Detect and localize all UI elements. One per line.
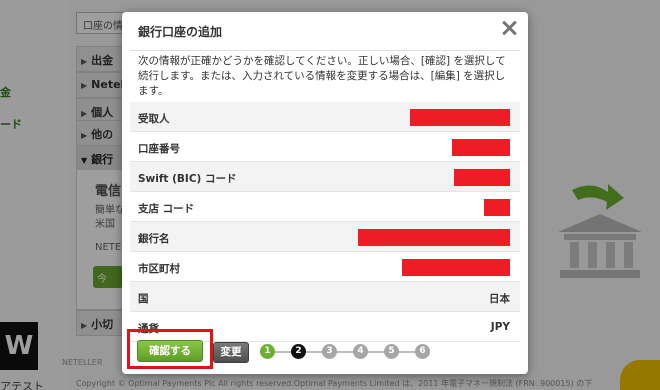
row-label: 銀行名 [138, 233, 170, 245]
step-1: 1 [260, 344, 275, 359]
step-connector [335, 351, 355, 353]
redacted-value [358, 229, 510, 246]
table-row: Swift (BIC) コード [130, 162, 520, 192]
step-6: 6 [415, 344, 430, 359]
redacted-value [452, 139, 510, 156]
add-bank-account-dialog: 銀行口座の追加 次の情報が正確かどうかを確認してください。正しい場合、[確認] … [122, 12, 528, 374]
dialog-title: 銀行口座の追加 [138, 25, 223, 39]
step-3: 3 [322, 344, 337, 359]
row-label: 国 [138, 293, 149, 305]
row-label: 支店 コード [138, 203, 195, 215]
table-row: 受取人 [130, 102, 520, 132]
row-label: Swift (BIC) コード [138, 173, 237, 185]
redacted-value [484, 199, 510, 216]
confirm-button[interactable]: 確認する [137, 340, 203, 362]
redacted-value [410, 109, 510, 126]
edit-button[interactable]: 変更 [213, 342, 249, 363]
step-4: 4 [353, 344, 368, 359]
table-row: 国 日本 [130, 282, 520, 312]
row-value: JPY [490, 321, 510, 333]
row-label: 受取人 [138, 113, 170, 125]
step-5: 5 [384, 344, 399, 359]
row-label: 市区町村 [138, 263, 180, 275]
table-row: 銀行名 [130, 222, 520, 252]
step-2-current: 2 [291, 344, 306, 359]
step-connector [397, 351, 417, 353]
account-details-table: 受取人 口座番号 Swift (BIC) コード 支店 コード 銀行名 市区町村… [130, 102, 520, 342]
row-label: 口座番号 [138, 143, 180, 155]
row-value: 日本 [489, 293, 510, 305]
dialog-description: 次の情報が正確かどうかを確認してください。正しい場合、[確認] を選択して続行し… [138, 55, 506, 97]
table-row: 口座番号 [130, 132, 520, 162]
step-connector [273, 351, 293, 353]
table-row: 市区町村 [130, 252, 520, 282]
redacted-value [454, 169, 510, 186]
step-connector [366, 351, 386, 353]
redacted-value [402, 259, 510, 276]
step-connector [304, 351, 324, 353]
divider [130, 50, 520, 51]
close-icon[interactable] [500, 19, 518, 37]
confirm-button-highlight: 確認する [127, 329, 213, 369]
table-row: 支店 コード [130, 192, 520, 222]
